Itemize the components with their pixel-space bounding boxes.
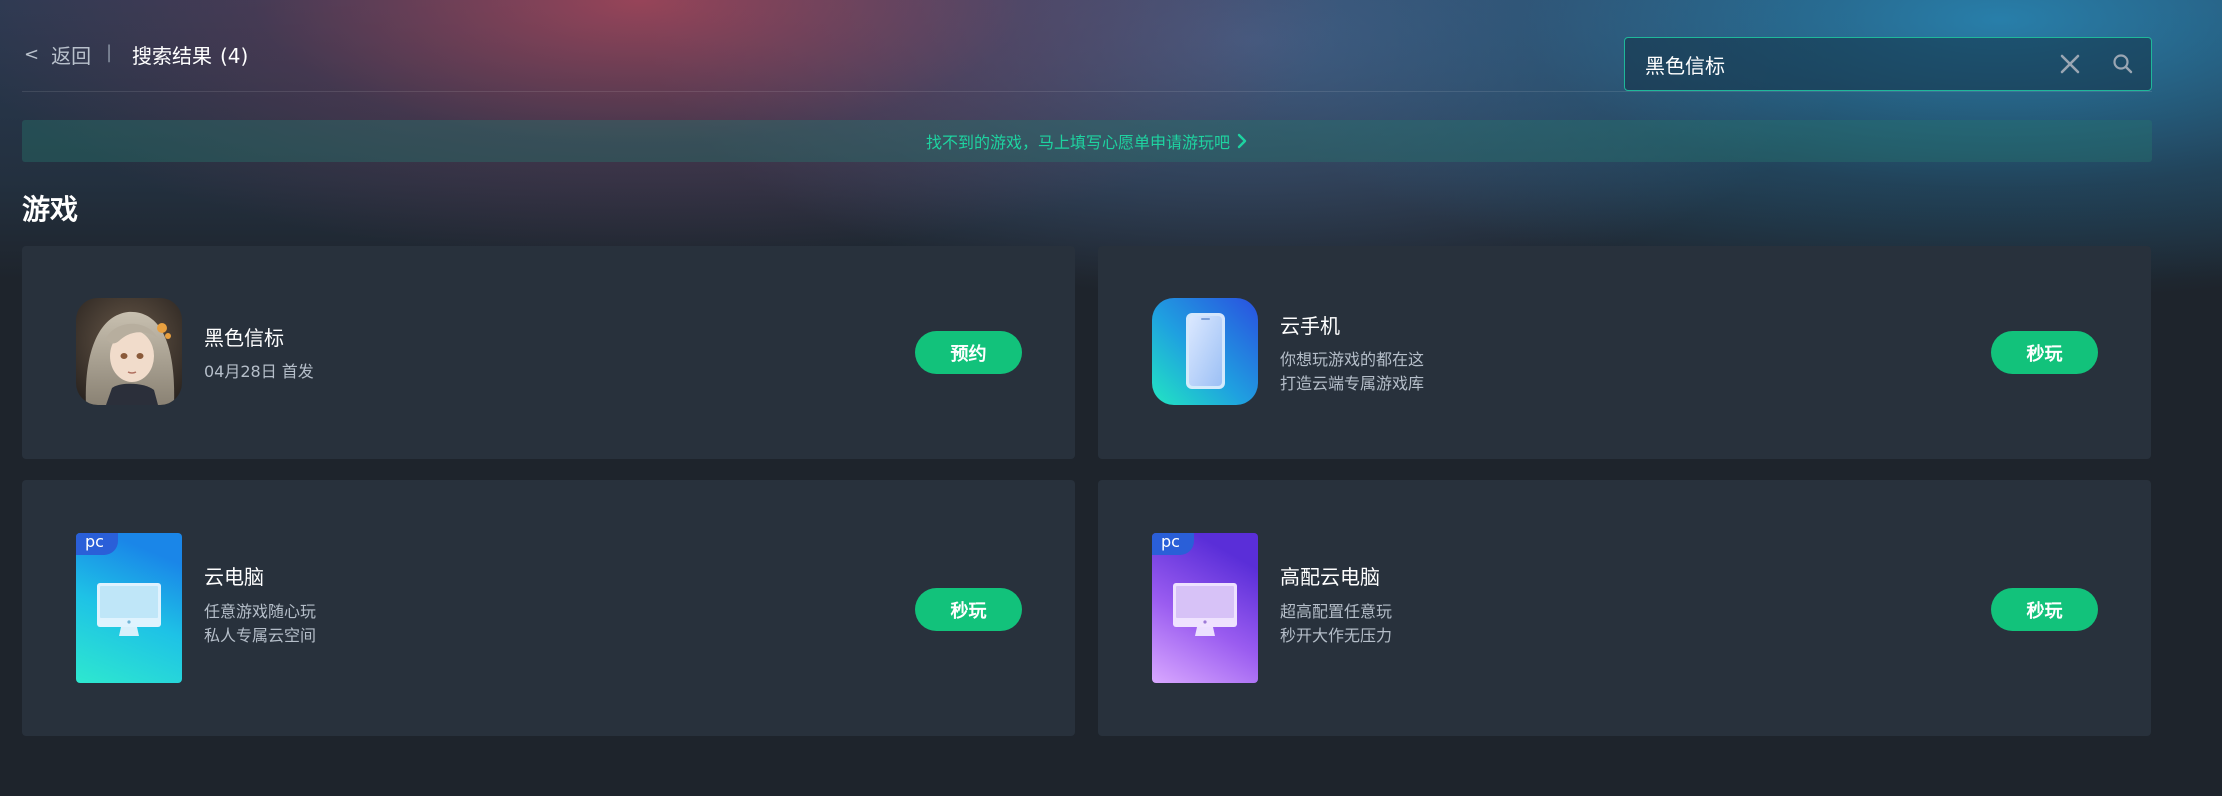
product-desc-line1: 你想玩游戏的都在这 bbox=[1280, 350, 1425, 369]
wishlist-banner-text: 找不到的游戏，马上填写心愿单申请游玩吧 bbox=[925, 133, 1230, 152]
product-name: 云手机 bbox=[1280, 314, 1340, 338]
cloud-phone-card[interactable]: 云手机 你想玩游戏的都在这 打造云端专属游戏库 秒玩 bbox=[1098, 246, 2151, 459]
search-box bbox=[1624, 37, 2152, 91]
pc-tag: pc bbox=[76, 533, 118, 555]
game-release-date: 04月28日 首发 bbox=[204, 362, 314, 381]
search-results-page: < 返回 | 搜索结果 (4) 找不到的游戏，马上填写心愿单申请游玩吧 游戏 bbox=[0, 0, 2222, 796]
phone-icon bbox=[1152, 298, 1258, 405]
header-divider: | bbox=[106, 42, 113, 63]
game-avatar bbox=[76, 298, 182, 405]
page-title-text: 搜索结果 bbox=[132, 44, 212, 68]
wishlist-banner[interactable]: 找不到的游戏，马上填写心愿单申请游玩吧 bbox=[22, 120, 2152, 162]
clear-icon[interactable] bbox=[2057, 51, 2083, 77]
back-chevron-icon: < bbox=[24, 44, 40, 65]
back-button[interactable]: < 返回 bbox=[24, 40, 91, 69]
page-title: 搜索结果 (4) bbox=[132, 40, 248, 69]
product-name: 云电脑 bbox=[204, 565, 264, 589]
product-desc-line2: 私人专属云空间 bbox=[204, 626, 317, 645]
section-title: 游戏 bbox=[22, 193, 79, 226]
product-name: 高配云电脑 bbox=[1280, 565, 1380, 589]
game-card[interactable]: 黑色信标 04月28日 首发 预约 bbox=[22, 246, 1075, 459]
product-desc-line1: 任意游戏随心玩 bbox=[204, 602, 317, 621]
play-now-button[interactable]: 秒玩 bbox=[1991, 331, 2098, 374]
reserve-button[interactable]: 预约 bbox=[915, 331, 1022, 374]
product-desc-line2: 秒开大作无压力 bbox=[1280, 626, 1393, 645]
play-now-button[interactable]: 秒玩 bbox=[1991, 588, 2098, 631]
product-desc-line1: 超高配置任意玩 bbox=[1280, 602, 1393, 621]
result-count: (4) bbox=[220, 44, 249, 68]
game-name: 黑色信标 bbox=[204, 326, 284, 350]
cloud-pc-card[interactable]: pc 云电脑 任意游戏随心玩 私人专属云空间 秒玩 bbox=[22, 480, 1075, 736]
search-input[interactable] bbox=[1645, 38, 2045, 90]
search-icon[interactable] bbox=[2111, 52, 2135, 76]
monitor-icon: pc bbox=[76, 533, 182, 683]
monitor-icon: pc bbox=[1152, 533, 1258, 683]
pc-tag: pc bbox=[1152, 533, 1194, 555]
chevron-right-icon bbox=[1237, 133, 1247, 149]
high-spec-cloud-pc-card[interactable]: pc 高配云电脑 超高配置任意玩 秒开大作无压力 秒玩 bbox=[1098, 480, 2151, 736]
back-label: 返回 bbox=[51, 44, 92, 68]
product-desc-line2: 打造云端专属游戏库 bbox=[1280, 374, 1425, 393]
play-now-button[interactable]: 秒玩 bbox=[915, 588, 1022, 631]
